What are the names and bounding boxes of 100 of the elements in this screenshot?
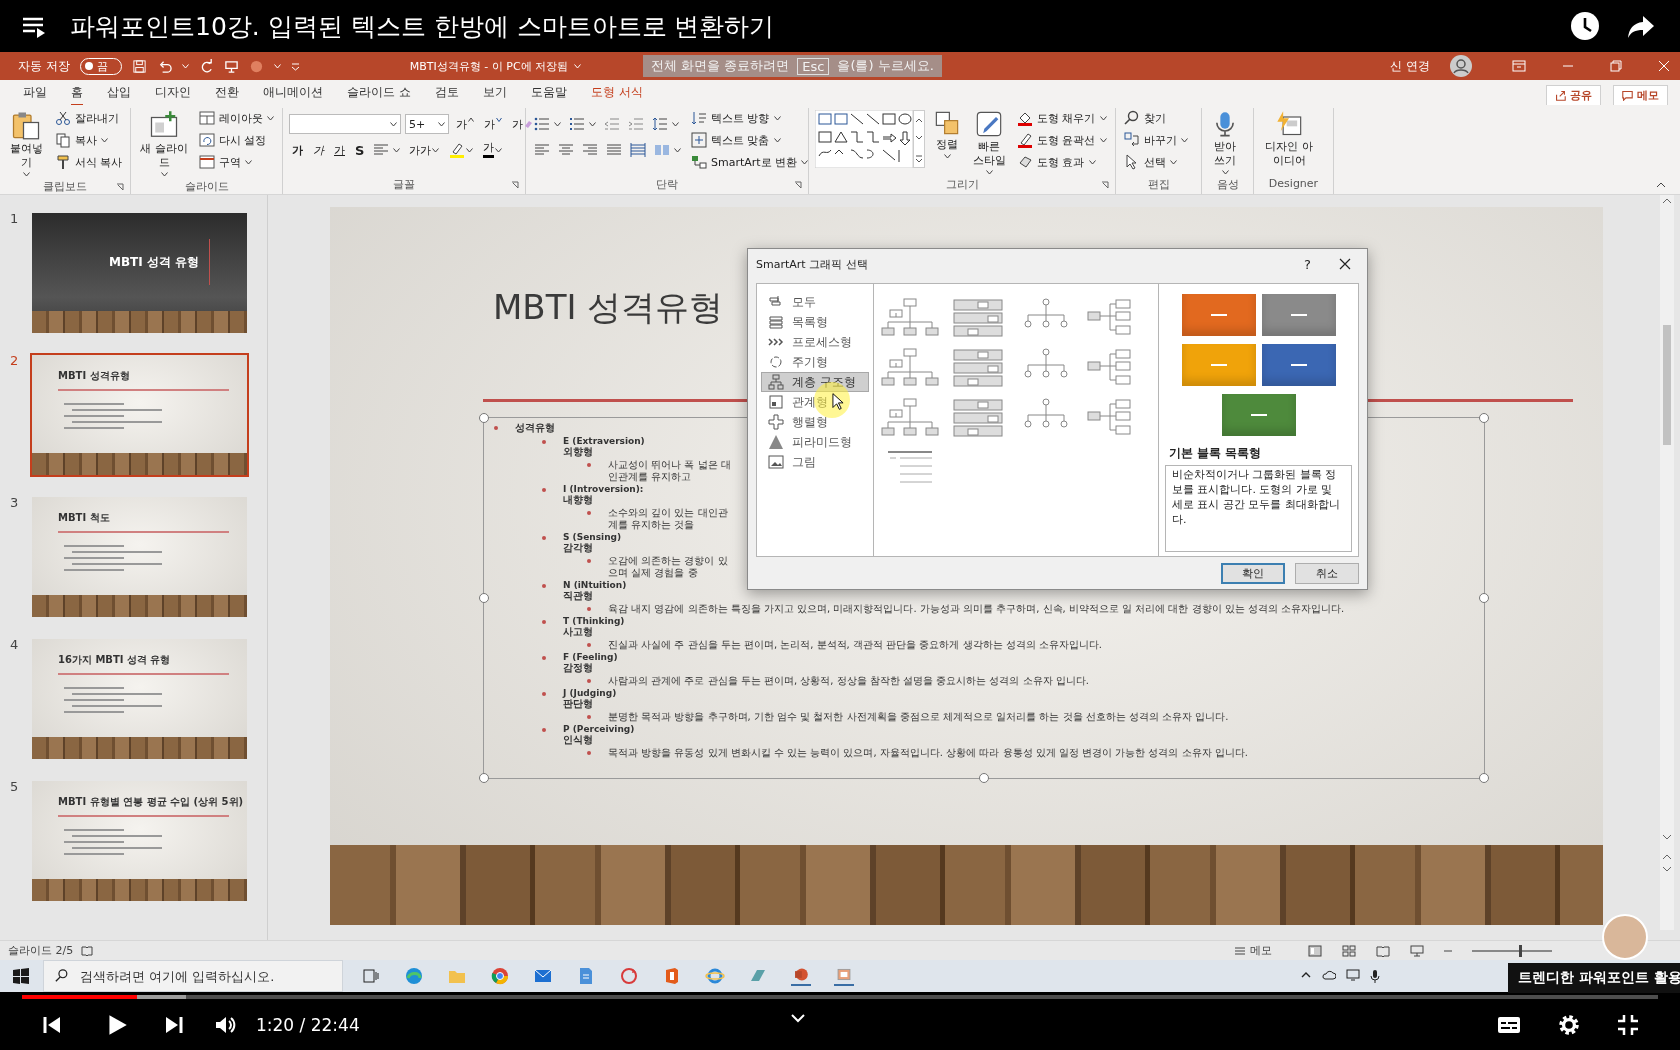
sync-icon[interactable] bbox=[619, 966, 639, 986]
task-view-icon[interactable] bbox=[361, 966, 381, 986]
format-button[interactable]: 가 bbox=[331, 141, 348, 159]
menu-tab[interactable]: 검토 bbox=[422, 79, 471, 106]
ribbon-display-icon[interactable] bbox=[1512, 60, 1526, 72]
grow-font-button[interactable]: 가 bbox=[453, 115, 477, 133]
find-button[interactable]: 찾기 bbox=[1122, 108, 1190, 128]
change-case-button[interactable]: 가가 bbox=[406, 141, 443, 159]
slide-thumbnail[interactable]: MBTI 성격 유형 bbox=[30, 211, 249, 335]
dialog-launcher-icon[interactable] bbox=[116, 182, 124, 191]
select-button[interactable]: 선택 bbox=[1122, 152, 1190, 172]
search-field[interactable]: 검색하려면 여기에 입력하십시오. bbox=[43, 960, 343, 992]
paste-button[interactable]: 붙여넣기 bbox=[6, 108, 47, 179]
menu-tab[interactable]: 전환 bbox=[203, 79, 251, 106]
dialog-launcher-icon[interactable] bbox=[511, 181, 519, 189]
notes-button[interactable]: 메모 bbox=[1234, 943, 1272, 958]
browser-icon[interactable] bbox=[404, 966, 424, 986]
reset-button[interactable]: 다시 설정 bbox=[197, 130, 276, 150]
section-button[interactable]: 구역 bbox=[197, 152, 276, 172]
category-item[interactable]: 프로세스형 bbox=[761, 332, 869, 352]
slider-thumb[interactable] bbox=[1519, 944, 1522, 957]
menu-tab[interactable]: 슬라이드 쇼 bbox=[335, 79, 423, 106]
picture-icon[interactable] bbox=[834, 966, 854, 986]
comments-button[interactable]: 메모 bbox=[1613, 85, 1668, 106]
sorter-view-icon[interactable] bbox=[1342, 944, 1356, 957]
replace-button[interactable]: 바꾸기 bbox=[1122, 130, 1190, 150]
resize-handle[interactable] bbox=[1479, 773, 1489, 783]
arrange-button[interactable]: 정렬 bbox=[931, 108, 963, 161]
progress-bar[interactable] bbox=[22, 995, 1658, 999]
category-item[interactable]: 주기형 bbox=[761, 352, 869, 372]
globe-ring-icon[interactable] bbox=[705, 966, 725, 986]
category-item[interactable]: 피라미드형 bbox=[761, 432, 869, 452]
dialog-launcher-icon[interactable] bbox=[794, 181, 802, 189]
cut-button[interactable]: 잘라내기 bbox=[52, 108, 124, 128]
category-item[interactable]: 그림 bbox=[761, 452, 869, 472]
close-icon[interactable] bbox=[1339, 258, 1351, 270]
shapes-gallery[interactable] bbox=[815, 110, 913, 168]
format-button[interactable]: 가 bbox=[289, 141, 306, 159]
monitor-icon[interactable] bbox=[1346, 969, 1360, 981]
exit-fullscreen-icon[interactable] bbox=[1616, 1012, 1640, 1037]
round-browser-icon[interactable] bbox=[490, 966, 510, 986]
clock-icon[interactable] bbox=[1570, 11, 1600, 41]
category-item[interactable]: 행렬형 bbox=[761, 412, 869, 432]
category-item[interactable]: 목록형 bbox=[761, 312, 869, 332]
menu-tab[interactable]: 도형 서식 bbox=[578, 79, 655, 106]
normal-view-icon[interactable] bbox=[1308, 944, 1322, 957]
presenter-icon[interactable] bbox=[223, 58, 239, 74]
copy-button[interactable]: 복사 bbox=[52, 130, 124, 150]
reading-view-icon[interactable] bbox=[1376, 944, 1390, 957]
smartart-button[interactable]: SmartArt로 변환 bbox=[689, 152, 811, 172]
new-slide-button[interactable]: 새 슬라이드 bbox=[137, 108, 191, 179]
align-text-button[interactable]: 텍스트 맞춤 bbox=[689, 130, 811, 150]
help-button[interactable]: ? bbox=[1298, 256, 1317, 272]
slide-thumbnail[interactable]: MBTI 척도 bbox=[30, 495, 249, 619]
layout-button[interactable]: 레이아웃 bbox=[197, 108, 276, 128]
resize-handle[interactable] bbox=[479, 413, 489, 423]
format-painter-button[interactable]: 서식 복사 bbox=[52, 152, 124, 172]
resize-handle[interactable] bbox=[479, 593, 489, 603]
dialog-button[interactable]: 취소 bbox=[1295, 563, 1359, 584]
slideshow-icon[interactable] bbox=[1410, 944, 1424, 957]
category-item[interactable]: 계층 구조형 bbox=[761, 372, 869, 392]
book-icon[interactable] bbox=[81, 944, 94, 957]
resize-handle[interactable] bbox=[1479, 413, 1489, 423]
slide-thumbnail[interactable]: MBTI 유형별 연봉 평균 수입 (상위 5위) bbox=[30, 779, 249, 903]
chevron-down-icon[interactable] bbox=[789, 1011, 806, 1024]
menu-tab[interactable]: 도움말 bbox=[518, 79, 579, 106]
restore-icon[interactable] bbox=[1610, 60, 1622, 72]
shape-effects-button[interactable]: 도형 효과 bbox=[1015, 152, 1109, 172]
resize-handle[interactable] bbox=[1479, 593, 1489, 603]
slide-thumbnail[interactable]: 16가지 MBTI 성격 유형 bbox=[30, 637, 249, 761]
text-direction-button[interactable]: 텍스트 방향 bbox=[689, 108, 811, 128]
dialog-button[interactable]: 확인 bbox=[1221, 563, 1285, 584]
format-button[interactable]: S bbox=[352, 141, 368, 159]
menu-tab[interactable]: 보기 bbox=[470, 79, 519, 106]
microphone-icon[interactable] bbox=[1370, 969, 1380, 983]
dialog-launcher-icon[interactable] bbox=[1101, 181, 1109, 189]
menu-tab[interactable]: 삽입 bbox=[95, 79, 143, 106]
dictate-button[interactable]: 받아 쓰기 bbox=[1208, 108, 1242, 177]
share-button[interactable]: 공유 bbox=[1546, 85, 1601, 106]
avatar-icon[interactable] bbox=[1450, 55, 1472, 77]
menu-tab[interactable]: 디자인 bbox=[143, 79, 203, 106]
resize-handle[interactable] bbox=[479, 773, 489, 783]
menu-tab[interactable]: 파일 bbox=[11, 79, 59, 106]
scrollbar[interactable] bbox=[1660, 195, 1674, 930]
slide-thumbnail[interactable]: MBTI 성격유형 bbox=[30, 353, 249, 477]
shrink-font-button[interactable]: 가 bbox=[481, 115, 505, 133]
category-item[interactable]: 모두 bbox=[761, 292, 869, 312]
presentation-icon[interactable] bbox=[791, 966, 811, 986]
cloud-icon[interactable] bbox=[1322, 969, 1336, 981]
font-name-field[interactable] bbox=[289, 114, 401, 134]
clear-format-button[interactable]: 가 bbox=[509, 115, 535, 133]
windows-logo-icon[interactable] bbox=[13, 968, 29, 984]
format-button[interactable]: 가 bbox=[310, 141, 327, 159]
font-color-button[interactable]: 가 bbox=[480, 141, 506, 159]
quick-styles-button[interactable]: 빠른 스타일 bbox=[969, 108, 1009, 177]
resize-handle[interactable] bbox=[979, 773, 989, 783]
customize-icon[interactable] bbox=[290, 61, 300, 71]
gallery-scroll-icon[interactable] bbox=[913, 110, 925, 168]
design-ideas-button[interactable]: 디자인 아이디어 bbox=[1260, 108, 1318, 170]
menu-tab[interactable]: 애니메이션 bbox=[251, 79, 335, 106]
